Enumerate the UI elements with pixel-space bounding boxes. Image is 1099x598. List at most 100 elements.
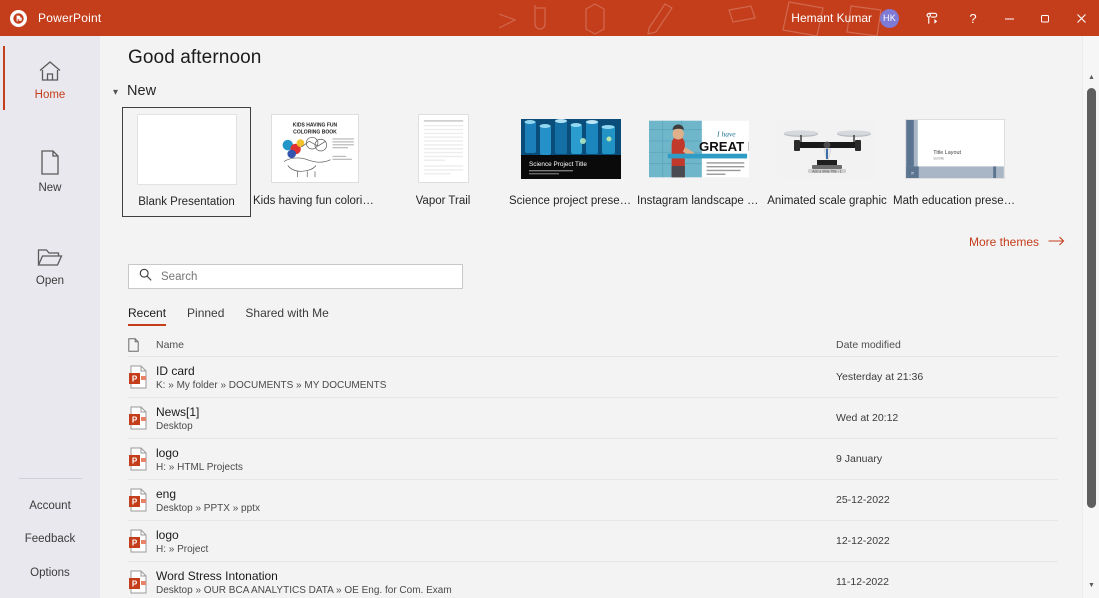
help-button[interactable]: ? [955, 0, 991, 36]
titlebar-controls: Hemant Kumar HK ? [791, 0, 1099, 36]
ribbon-display-options-icon[interactable] [909, 0, 955, 36]
template-thumbnail-vapor-trail [393, 113, 493, 184]
svg-text:P: P [132, 416, 138, 425]
powerpoint-file-icon: P [128, 488, 156, 512]
file-name: ID card [156, 363, 195, 378]
app-title: PowerPoint [38, 11, 102, 25]
file-name: logo [156, 527, 179, 542]
file-date-modified: 11-12-2022 [836, 576, 889, 588]
template-label-blank: Blank Presentation [138, 196, 235, 208]
recent-files-list: Name Date modified P ID card K: » My fol… [100, 326, 1099, 598]
avatar[interactable]: HK [880, 8, 899, 28]
template-card-math-education[interactable]: Title Layout Subtitle π Math education p… [891, 107, 1019, 217]
svg-text:Subtitle: Subtitle [933, 156, 944, 160]
more-themes-row: More themes [100, 217, 1099, 249]
file-info: Word Stress Intonation Desktop » OUR BCA… [156, 569, 836, 596]
sidebar-item-feedback[interactable]: Feedback [0, 526, 100, 554]
template-card-kids-coloring[interactable]: KIDS HAVING FUN COLORING BOOK Kids havin… [251, 107, 379, 217]
file-path: K: » My folder » DOCUMENTS » MY DOCUMENT… [156, 379, 387, 391]
table-row[interactable]: P News[1] Desktop Wed at 20:12 [128, 398, 1058, 439]
template-label-animated-scale: Animated scale graphic [767, 195, 887, 207]
template-thumbnail-animated-scale: Add a Slide Title - 1 [777, 113, 877, 184]
powerpoint-logo-icon [10, 9, 27, 27]
search-input[interactable] [161, 270, 452, 283]
svg-text:KIDS HAVING FUN: KIDS HAVING FUN [293, 123, 338, 129]
template-gallery: Blank Presentation KIDS HAVING FUN COLOR… [100, 99, 1099, 217]
scroll-up-arrow-icon[interactable]: ▲ [1083, 69, 1099, 86]
file-path: Desktop [156, 420, 193, 432]
title-bar: PowerPoint Hemant Kumar HK ? [0, 0, 1099, 36]
table-row[interactable]: P Word Stress Intonation Desktop » OUR B… [128, 562, 1058, 598]
table-row[interactable]: P logo H: » HTML Projects 9 January [128, 439, 1058, 480]
template-card-blank-presentation[interactable]: Blank Presentation [122, 107, 251, 217]
tab-recent[interactable]: Recent [128, 306, 167, 326]
sidebar-item-open[interactable]: Open [0, 228, 100, 300]
powerpoint-start-screen: PowerPoint Hemant Kumar HK ? Home New Op… [0, 0, 1099, 598]
column-header-name[interactable]: Name [156, 339, 836, 351]
search-box[interactable] [128, 264, 463, 289]
file-name: Word Stress Intonation [156, 568, 278, 583]
minimize-button[interactable] [991, 0, 1027, 36]
svg-text:GREAT NEWS: GREAT NEWS [699, 138, 749, 153]
template-card-animated-scale[interactable]: Add a Slide Title - 1 Animated scale gra… [763, 107, 891, 217]
restore-button[interactable] [1027, 0, 1063, 36]
scroll-down-arrow-icon[interactable]: ▼ [1083, 577, 1099, 594]
column-header-date-modified[interactable]: Date modified [836, 339, 1058, 351]
new-section-header[interactable]: ▾ New [100, 69, 1099, 99]
table-row[interactable]: P ID card K: » My folder » DOCUMENTS » M… [128, 357, 1058, 398]
file-info: logo H: » HTML Projects [156, 446, 836, 473]
chevron-down-icon[interactable]: ▾ [113, 87, 118, 98]
open-folder-icon [37, 242, 63, 268]
sidebar-item-home[interactable]: Home [0, 42, 100, 114]
svg-text:P: P [132, 375, 138, 384]
sidebar-item-new[interactable]: New [0, 135, 100, 207]
new-section-title: New [127, 83, 157, 99]
titlebar-brand: PowerPoint [0, 9, 102, 27]
template-label-vapor-trail: Vapor Trail [415, 195, 471, 207]
template-thumbnail-blank [136, 114, 237, 185]
home-icon [38, 56, 62, 82]
table-row[interactable]: P eng Desktop » PPTX » pptx 25-12-2022 [128, 480, 1058, 521]
svg-text:P: P [132, 539, 138, 548]
file-path: H: » HTML Projects [156, 461, 243, 473]
template-label-math-education: Math education presentatio... [893, 195, 1017, 207]
file-name: eng [156, 486, 177, 501]
scrollbar-thumb[interactable] [1087, 88, 1096, 508]
sidebar-item-label-open: Open [35, 274, 65, 287]
sidebar-item-label-new: New [38, 181, 62, 194]
file-tabs: Recent Pinned Shared with Me [100, 289, 1099, 326]
more-themes-link[interactable]: More themes [969, 235, 1065, 249]
file-date-modified: 12-12-2022 [836, 535, 890, 547]
page-title: Good afternoon [128, 47, 262, 68]
powerpoint-file-icon: P [128, 529, 156, 553]
template-label-instagram-news: Instagram landscape for ne... [637, 195, 761, 207]
user-name[interactable]: Hemant Kumar [791, 11, 880, 25]
document-icon [128, 337, 156, 352]
tab-shared-with-me[interactable]: Shared with Me [245, 306, 328, 326]
file-date-modified: 9 January [836, 453, 883, 465]
svg-text:P: P [132, 457, 138, 466]
sidebar-item-label-home: Home [34, 88, 66, 101]
template-card-instagram-news[interactable]: I have GREAT NEWS Instagram landscape fo… [635, 107, 763, 217]
sidebar-bottom-links: Account Feedback Options [0, 477, 100, 598]
template-thumbnail-math-education: Title Layout Subtitle π [905, 113, 1005, 184]
close-button[interactable] [1063, 0, 1099, 36]
template-card-science-project[interactable]: Science Project Title Science project pr… [507, 107, 635, 217]
file-path: H: » Project [156, 543, 209, 555]
vertical-scrollbar[interactable]: ▲ ▼ [1082, 36, 1099, 598]
search-area [100, 249, 1099, 289]
file-info: logo H: » Project [156, 528, 836, 555]
file-name: News[1] [156, 404, 200, 419]
left-sidebar: Home New Open Account Feedback Options [0, 36, 100, 598]
sidebar-item-account[interactable]: Account [0, 493, 100, 521]
file-info: ID card K: » My folder » DOCUMENTS » MY … [156, 364, 836, 391]
table-row[interactable]: P logo H: » Project 12-12-2022 [128, 521, 1058, 562]
template-thumbnail-kids-coloring: KIDS HAVING FUN COLORING BOOK [265, 113, 365, 184]
file-date-modified: Yesterday at 21:36 [836, 371, 924, 383]
sidebar-item-options[interactable]: Options [0, 560, 100, 588]
template-card-vapor-trail[interactable]: Vapor Trail [379, 107, 507, 217]
more-themes-label: More themes [968, 235, 1039, 249]
template-thumbnail-science-project: Science Project Title [521, 113, 621, 184]
file-date-modified: 25-12-2022 [836, 494, 890, 506]
tab-pinned[interactable]: Pinned [187, 306, 224, 326]
